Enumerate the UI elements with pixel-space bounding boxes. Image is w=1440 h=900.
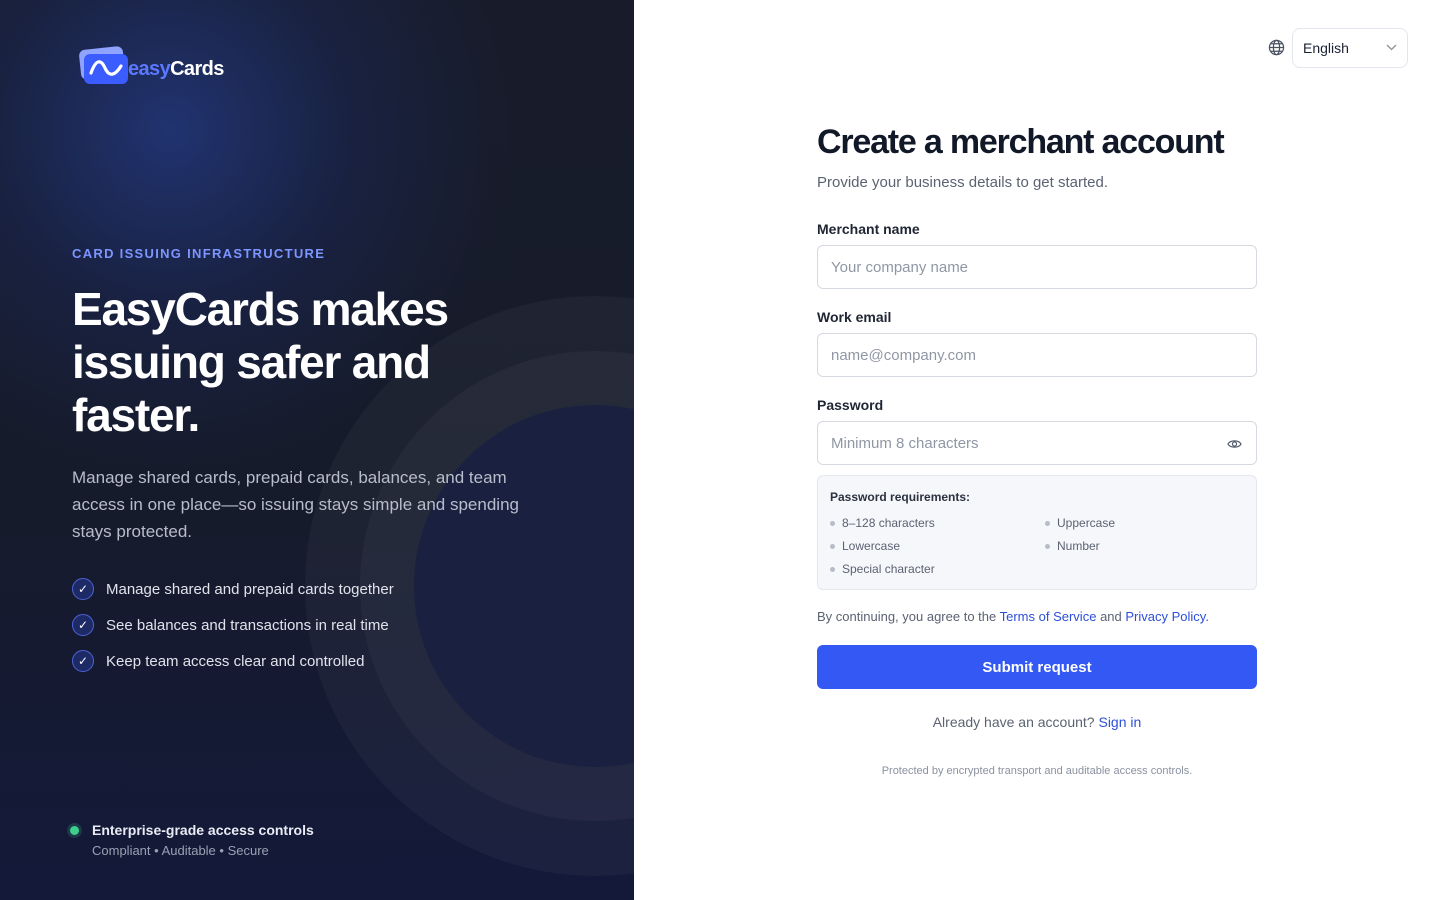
work-email-placeholder: name@company.com — [831, 347, 977, 364]
merchant-name-label: Merchant name — [817, 221, 920, 237]
check-icon: ✓ — [72, 650, 94, 672]
status-title: Enterprise-grade access controls — [92, 822, 314, 838]
signup-form: Create a merchant account Provide your b… — [817, 122, 1257, 777]
privacy-policy-link[interactable]: Privacy Policy. — [1125, 609, 1209, 624]
page-title: Create a merchant account — [817, 123, 1225, 161]
work-email-input[interactable]: name@company.com — [817, 333, 1257, 377]
terms-of-service-link[interactable]: Terms of Service — [1000, 609, 1097, 624]
submit-request-button[interactable]: Submit request — [817, 645, 1257, 689]
sign-in-link[interactable]: Sign in — [1098, 714, 1141, 730]
status-subtitle: Compliant • Auditable • Secure — [92, 843, 269, 858]
language-select[interactable]: English — [1292, 28, 1408, 68]
eye-icon[interactable] — [1227, 437, 1242, 455]
hero-description: Manage shared cards, prepaid cards, bala… — [72, 468, 519, 541]
page-subtitle: Provide your business details to get sta… — [817, 174, 1108, 191]
password-placeholder: Minimum 8 characters — [831, 435, 979, 452]
globe-icon — [1268, 39, 1285, 61]
brand-logo[interactable]: easyCards — [78, 45, 230, 90]
feature-item: ✓ Manage shared and prepaid cards togeth… — [72, 578, 394, 600]
work-email-label: Work email — [817, 309, 892, 325]
hero-headline: EasyCards makes issuing safer and faster… — [72, 283, 449, 441]
feature-item: ✓ Keep team access clear and controlled — [72, 650, 394, 672]
security-footnote: Protected by encrypted transport and aud… — [881, 765, 1193, 777]
password-label: Password — [817, 397, 884, 413]
merchant-name-input[interactable]: Your company name — [817, 245, 1257, 289]
feature-item: ✓ See balances and transactions in real … — [72, 614, 394, 636]
check-icon: ✓ — [72, 614, 94, 636]
signup-panel: English Create a merchant account Provid… — [634, 0, 1440, 900]
requirement-item: Lowercase — [830, 539, 900, 553]
password-input[interactable]: Minimum 8 characters — [817, 421, 1257, 465]
requirement-item: Number — [1045, 539, 1100, 553]
eyebrow-label: CARD ISSUING INFRASTRUCTURE — [72, 246, 326, 261]
requirements-title: Password requirements: — [830, 490, 971, 504]
terms-notice: By continuing, you agree to the Terms of… — [817, 609, 1209, 624]
requirement-item: 8–128 characters — [830, 516, 935, 530]
feature-text: Manage shared and prepaid cards together — [106, 580, 394, 598]
feature-text: See balances and transactions in real ti… — [106, 616, 389, 634]
logo-wordmark: easyCards — [128, 58, 224, 80]
card-logo-icon — [84, 54, 128, 84]
chevron-down-icon — [1386, 44, 1397, 51]
merchant-name-placeholder: Your company name — [831, 259, 969, 276]
feature-text: Keep team access clear and controlled — [106, 652, 365, 670]
language-selected: English — [1303, 40, 1349, 56]
feature-list: ✓ Manage shared and prepaid cards togeth… — [72, 578, 394, 686]
status-dot-icon — [70, 826, 79, 835]
check-icon: ✓ — [72, 578, 94, 600]
password-requirements: Password requirements: 8–128 characters … — [817, 475, 1257, 590]
requirement-item: Special character — [830, 562, 935, 576]
signin-prompt: Already have an account? Sign in — [932, 714, 1142, 730]
requirement-item: Uppercase — [1045, 516, 1115, 530]
hero-panel: easyCards CARD ISSUING INFRASTRUCTURE Ea… — [0, 0, 634, 900]
